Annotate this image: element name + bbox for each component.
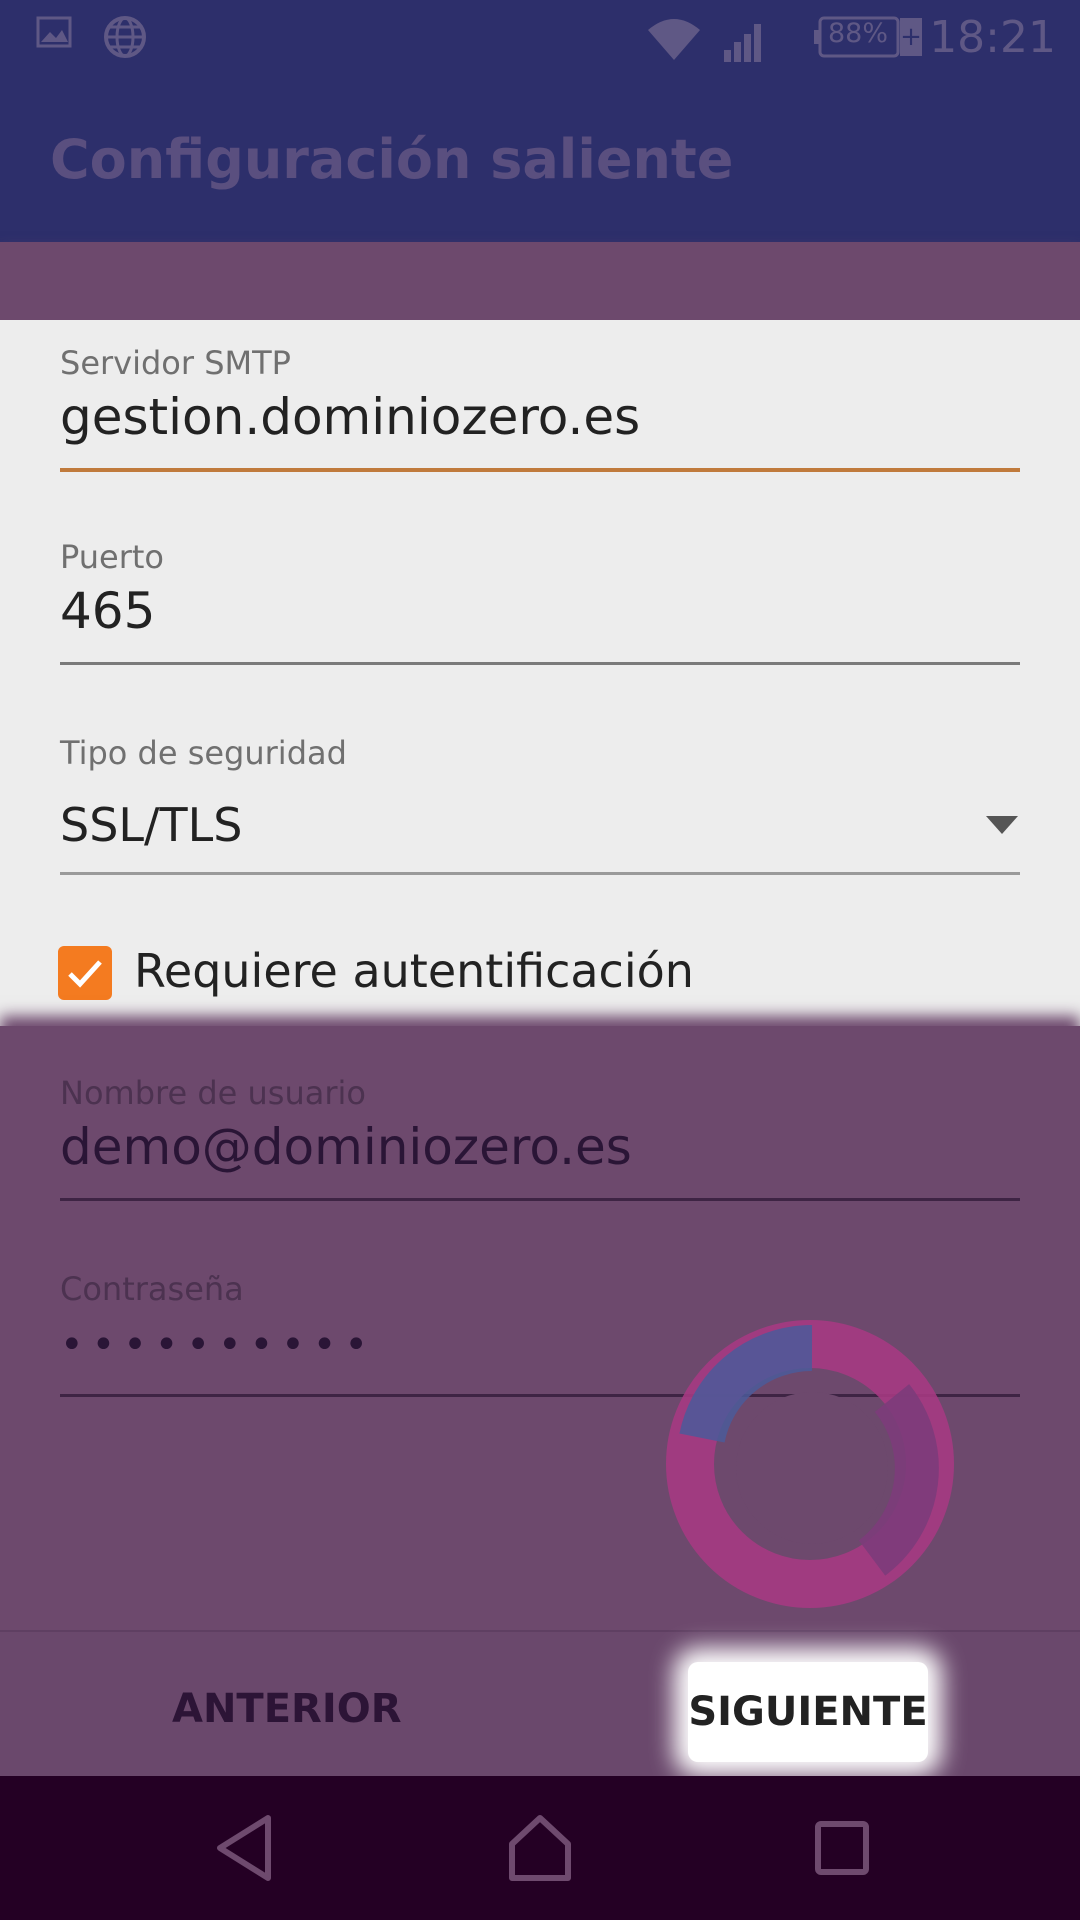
security-type-underline xyxy=(60,872,1020,875)
clock: 18:21 xyxy=(929,12,1056,63)
password-label: Contraseña xyxy=(60,1270,244,1308)
back-icon[interactable] xyxy=(210,1810,280,1890)
top-dim-overlay xyxy=(0,242,1080,320)
signal-icon xyxy=(720,14,770,68)
security-type-label: Tipo de seguridad xyxy=(60,734,347,772)
home-icon[interactable] xyxy=(504,1810,576,1890)
username-field[interactable]: Nombre de usuario demo@dominiozero.es xyxy=(60,1074,1020,1204)
smtp-server-field[interactable]: Servidor SMTP gestion.dominiozero.es xyxy=(60,344,1020,476)
previous-button[interactable]: ANTERIOR xyxy=(172,1686,402,1732)
page-title: Configuración saliente xyxy=(50,128,734,191)
dropdown-arrow-icon[interactable] xyxy=(986,816,1018,834)
checkmark-icon xyxy=(68,960,102,988)
username-input[interactable]: demo@dominiozero.es xyxy=(60,1118,1020,1176)
recent-apps-icon[interactable] xyxy=(812,1810,872,1890)
smtp-server-underline xyxy=(60,468,1020,472)
require-auth-checkbox[interactable] xyxy=(58,946,112,1000)
battery-level: 88% xyxy=(828,18,889,49)
app-bar: Configuración saliente xyxy=(0,76,1080,242)
smtp-server-input[interactable]: gestion.dominiozero.es xyxy=(60,388,1020,446)
globe-icon xyxy=(102,14,148,64)
action-bar: ANTERIOR SIGUIENTE xyxy=(0,1630,1080,1778)
port-input[interactable]: 465 xyxy=(60,582,1020,640)
port-underline xyxy=(60,662,1020,665)
require-auth-label[interactable]: Requiere autentificación xyxy=(134,944,694,998)
status-bar: + 88% 18:21 xyxy=(0,0,1080,76)
security-type-select[interactable]: SSL/TLS xyxy=(60,798,1020,852)
smtp-server-label: Servidor SMTP xyxy=(60,344,291,382)
svg-text:+: + xyxy=(900,22,922,52)
port-field[interactable]: Puerto 465 xyxy=(60,538,1020,668)
port-label: Puerto xyxy=(60,538,164,576)
wifi-icon xyxy=(644,14,704,68)
username-underline xyxy=(60,1198,1020,1201)
loading-spinner-icon xyxy=(662,1318,962,1618)
next-button[interactable]: SIGUIENTE xyxy=(688,1662,928,1762)
system-nav-bar xyxy=(0,1776,1080,1920)
image-icon xyxy=(36,14,74,56)
username-label: Nombre de usuario xyxy=(60,1074,366,1112)
security-type-field[interactable]: Tipo de seguridad SSL/TLS xyxy=(60,734,1020,878)
